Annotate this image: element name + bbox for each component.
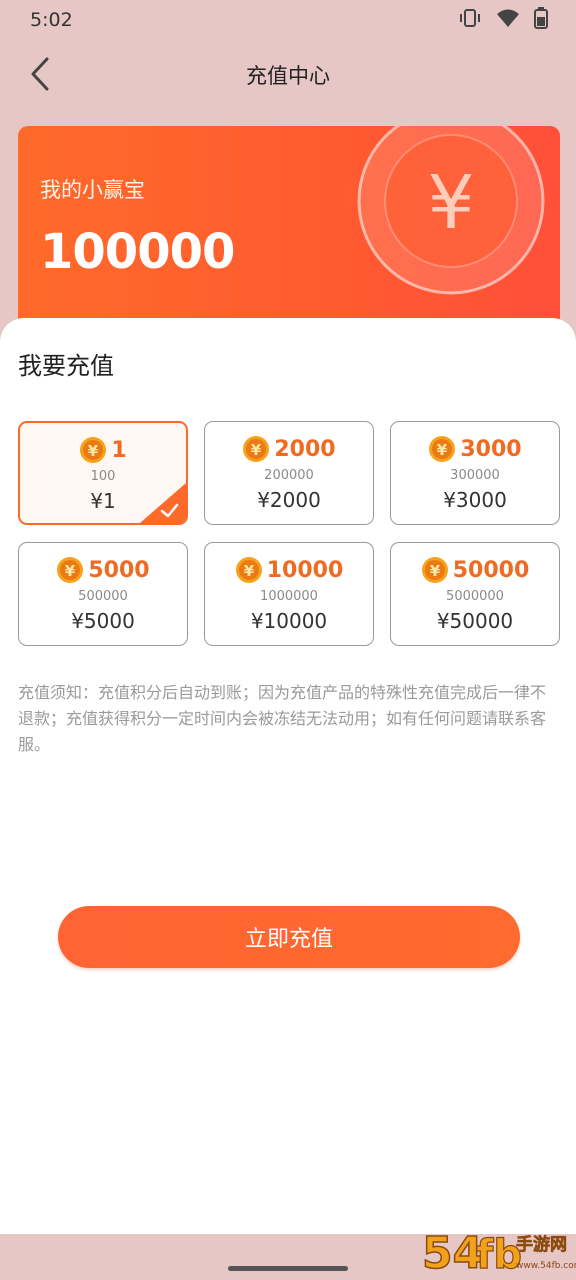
option-coins: 3000 [460, 436, 522, 462]
option-price: ¥2000 [257, 488, 321, 512]
page-title: 充值中心 [246, 64, 330, 88]
option-points: 200000 [264, 468, 314, 483]
option-price: ¥10000 [250, 609, 328, 633]
svg-text:¥: ¥ [88, 442, 99, 460]
back-button[interactable] [20, 56, 60, 96]
svg-text:¥: ¥ [65, 562, 76, 580]
recharge-option-4[interactable]: ¥ 5000 500000 ¥5000 [18, 542, 188, 646]
yuan-coin-icon: ¥ [243, 436, 270, 462]
yuan-coin-icon: ¥ [235, 557, 262, 583]
svg-text:¥: ¥ [251, 441, 262, 459]
recharge-option-6[interactable]: ¥ 50000 5000000 ¥50000 [390, 542, 560, 646]
option-coins: 2000 [274, 436, 336, 462]
recharge-sheet: 我要充值 ¥ 1 100 ¥1 ¥ 2000 200000 ¥2000 ¥ 30… [0, 318, 576, 1234]
option-price: ¥50000 [436, 609, 514, 633]
wifi-icon [496, 8, 520, 32]
option-points: 1000000 [260, 589, 318, 604]
option-coins: 10000 [266, 557, 344, 583]
nav-bar: 充值中心 [0, 46, 576, 104]
checkmark-icon [140, 483, 186, 523]
recharge-option-5[interactable]: ¥ 10000 1000000 ¥10000 [204, 542, 374, 646]
home-indicator[interactable] [228, 1266, 348, 1271]
balance-label: 我的小赢宝 [40, 178, 145, 202]
chevron-left-icon [29, 57, 51, 95]
site-watermark-logo: 54 fb 手游网 www.54fb.com [421, 1227, 576, 1280]
status-icons [458, 7, 548, 33]
svg-text:54: 54 [422, 1228, 483, 1279]
status-bar: 5:02 [0, 0, 576, 40]
balance-value: 100000 [40, 224, 235, 280]
option-price: ¥5000 [71, 609, 135, 633]
option-points: 5000000 [446, 589, 504, 604]
option-points: 100 [90, 469, 116, 484]
svg-text:¥: ¥ [244, 562, 255, 580]
recharge-option-1[interactable]: ¥ 1 100 ¥1 [18, 421, 188, 525]
coin-symbol: ¥ [427, 160, 474, 246]
option-coins: 1 [111, 437, 127, 463]
yuan-coin-icon: ¥ [421, 557, 448, 583]
recharge-option-3[interactable]: ¥ 3000 300000 ¥3000 [390, 421, 560, 525]
svg-text:¥: ¥ [430, 562, 441, 580]
recharge-now-button[interactable]: 立即充值 [58, 906, 520, 968]
recharge-notice: 充值须知：充值积分后自动到账；因为充值产品的特殊性充值完成后一律不退款；充值获得… [18, 683, 547, 754]
option-coins: 50000 [452, 557, 530, 583]
svg-text:www.54fb.com: www.54fb.com [516, 1261, 576, 1271]
yuan-coin-graphic-icon: ¥ [357, 126, 545, 295]
svg-text:¥: ¥ [437, 441, 448, 459]
option-price: ¥3000 [443, 488, 507, 512]
yuan-coin-icon: ¥ [80, 437, 107, 463]
battery-icon [534, 7, 548, 33]
yuan-coin-icon: ¥ [429, 436, 456, 462]
option-coins: 5000 [88, 557, 150, 583]
recharge-option-2[interactable]: ¥ 2000 200000 ¥2000 [204, 421, 374, 525]
option-points: 500000 [78, 589, 128, 604]
svg-text:手游网: 手游网 [516, 1234, 567, 1255]
vibrate-icon [458, 8, 482, 32]
status-time: 5:02 [30, 9, 73, 31]
option-points: 300000 [450, 468, 500, 483]
yuan-coin-icon: ¥ [57, 557, 84, 583]
recharge-title: 我要充值 [18, 352, 114, 380]
